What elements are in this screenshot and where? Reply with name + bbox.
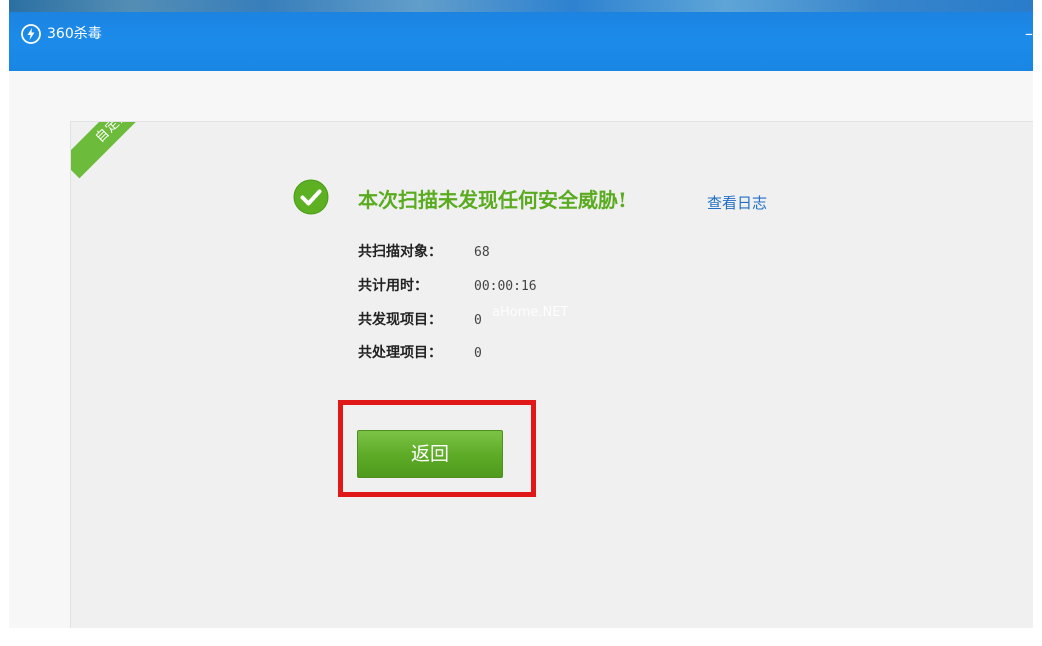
stat-value-found-items: 0 <box>474 313 482 328</box>
watermark-text: aHome.NET <box>492 305 569 320</box>
app-title: 360杀毒 <box>47 26 102 42</box>
scan-type-ribbon: 自定义扫描 <box>71 122 186 179</box>
stat-value-handled-items: 0 <box>474 346 482 361</box>
stat-label-elapsed-time: 共计用时： <box>358 278 428 294</box>
stat-label-scanned-objects: 共扫描对象： <box>358 244 442 260</box>
check-circle-icon <box>293 179 329 215</box>
minimize-button[interactable]: – <box>1019 26 1033 42</box>
stat-label-found-items: 共发现项目： <box>358 312 442 328</box>
shield-lightning-icon <box>21 24 41 44</box>
back-button[interactable]: 返回 <box>357 430 503 478</box>
taskbar-strip <box>9 0 1033 12</box>
stat-value-elapsed-time: 00:00:16 <box>474 279 537 294</box>
scan-result-title: 本次扫描未发现任何安全威胁! <box>358 188 627 212</box>
stat-value-scanned-objects: 68 <box>474 245 490 260</box>
stat-label-handled-items: 共处理项目： <box>358 345 442 361</box>
view-log-link[interactable]: 查看日志 <box>707 193 767 213</box>
title-bar: 360杀毒 – <box>9 0 1033 71</box>
